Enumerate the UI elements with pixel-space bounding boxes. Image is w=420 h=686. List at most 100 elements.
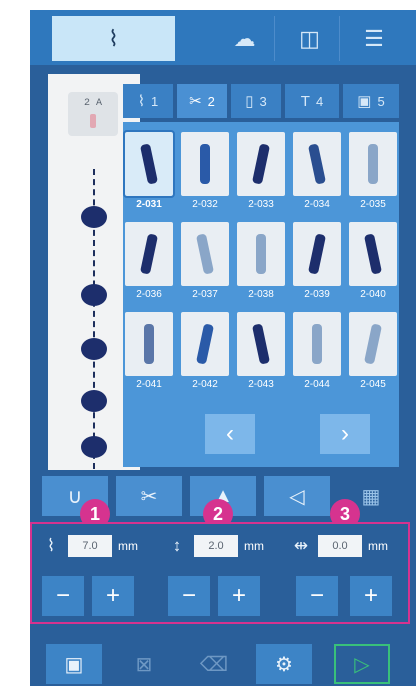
- top-bar: ⌇ ☁ ◫ ☰: [30, 10, 416, 65]
- stitch-pattern-icon: [237, 222, 285, 286]
- menu-button[interactable]: ☰: [344, 16, 404, 61]
- menu-icon: ☰: [364, 25, 384, 51]
- stitch-pattern-glyph: [312, 324, 322, 364]
- thread-cutter-button[interactable]: ✂: [116, 476, 182, 516]
- stitch-cell[interactable]: 2-033: [237, 132, 285, 214]
- stitch-pattern-glyph: [139, 143, 159, 185]
- stitch-code: 2-041: [136, 379, 162, 390]
- stitch-pattern-icon: [293, 222, 341, 286]
- stitch-code: 2-039: [304, 289, 330, 300]
- category-number: 1: [151, 93, 159, 109]
- stitch-pattern-glyph: [256, 234, 266, 274]
- stitch-pattern-icon: [349, 132, 397, 196]
- delete-button[interactable]: ⌫: [186, 644, 242, 684]
- stitch-code: 2-035: [360, 199, 386, 210]
- stitch-length-value: 2.0: [194, 535, 238, 557]
- category-tab-5[interactable]: ▣ 5: [343, 84, 399, 118]
- stitch-pattern-glyph: [200, 144, 210, 184]
- tab-utility-stitches[interactable]: ⌇: [52, 16, 175, 61]
- stitch-cell[interactable]: 2-042: [181, 312, 229, 394]
- stitch-width-value: 7.0: [68, 535, 112, 557]
- stitch-cell[interactable]: 2-040: [349, 222, 397, 304]
- next-page-button[interactable]: ›: [320, 414, 370, 454]
- needle-position-icon: ⇹: [293, 536, 309, 555]
- minus-icon: −: [55, 582, 70, 609]
- stitch-pattern-icon: [293, 312, 341, 376]
- presser-foot-icon: 2 A: [68, 92, 118, 136]
- save-button[interactable]: ▣: [46, 644, 102, 684]
- plus-icon: +: [231, 582, 246, 609]
- category-number: 2: [207, 93, 215, 109]
- category-tab-2[interactable]: ✂ 2: [177, 84, 227, 118]
- minus-icon: −: [181, 582, 196, 609]
- stitch-pattern-icon: [181, 222, 229, 286]
- stitch-length-icon: ↕: [172, 536, 182, 555]
- stitch-width-icon: ⌇: [46, 536, 56, 555]
- image-file-icon: ▣: [357, 93, 372, 110]
- sewing-machine-screen: ⌇ ☁ ◫ ☰ 2 A ⌇ 1 ✂ 2 ▯ 3 T 4 ▣ 5 ‹ › 2-03…: [30, 10, 416, 686]
- unit-label: mm: [118, 539, 138, 553]
- needle-position-decrease-button[interactable]: −: [296, 576, 338, 616]
- stitch-cell[interactable]: 2-045: [349, 312, 397, 394]
- tab-cloud[interactable]: ☁: [215, 16, 275, 61]
- needle-position-value: 0.0: [318, 535, 362, 557]
- tab-layers[interactable]: ◫: [280, 16, 340, 61]
- stitch-pattern-icon: [349, 312, 397, 376]
- stitch-pattern-icon: [123, 130, 175, 198]
- settings-button[interactable]: ⚙: [256, 644, 312, 684]
- stitch-cell[interactable]: 2-036: [125, 222, 173, 304]
- stitch-width-increase-button[interactable]: +: [92, 576, 134, 616]
- stitch-length-setting: ↕ 2.0 mm: [166, 532, 264, 560]
- stitch-cell[interactable]: 2-031: [123, 130, 175, 214]
- category-tab-3[interactable]: ▯ 3: [231, 84, 281, 118]
- stitch-cell[interactable]: 2-037: [181, 222, 229, 304]
- stitch-blob: [81, 284, 107, 306]
- stitch-cell[interactable]: 2-041: [125, 312, 173, 394]
- category-tab-4[interactable]: T 4: [285, 84, 339, 118]
- chevron-right-icon: ›: [341, 420, 349, 447]
- stitch-pattern-glyph: [307, 143, 327, 185]
- stitch-cell[interactable]: 2-035: [349, 132, 397, 214]
- cloud-icon: ☁: [233, 25, 256, 51]
- stitch-pattern-icon: [349, 222, 397, 286]
- stitch-length-increase-button[interactable]: +: [218, 576, 260, 616]
- stitch-length-decrease-button[interactable]: −: [168, 576, 210, 616]
- stitch-pattern-icon: [237, 312, 285, 376]
- stitch-code: 2-042: [192, 379, 218, 390]
- stitch-code: 2-044: [304, 379, 330, 390]
- stitch-blob: [81, 390, 107, 412]
- stitch-code: 2-045: [360, 379, 386, 390]
- stitch-width-decrease-button[interactable]: −: [42, 576, 84, 616]
- stitch-pattern-glyph: [363, 233, 383, 275]
- stitch-cell[interactable]: 2-034: [293, 132, 341, 214]
- needle-position-increase-button[interactable]: +: [350, 576, 392, 616]
- stitch-settings-panel: ⌇ 7.0 mm ↕ 2.0 mm ⇹ 0.0 mm − + − + − +: [30, 522, 410, 624]
- stitch-pattern-icon: [181, 132, 229, 196]
- save-icon: ▣: [64, 653, 84, 676]
- plus-icon: +: [105, 582, 120, 609]
- category-tab-1[interactable]: ⌇ 1: [123, 84, 173, 118]
- presser-foot-button[interactable]: ◁: [264, 476, 330, 516]
- delete-file-button[interactable]: ⊠: [116, 644, 172, 684]
- stitch-cell[interactable]: 2-032: [181, 132, 229, 214]
- stitch-pattern-glyph: [363, 323, 383, 365]
- needle-position-setting: ⇹ 0.0 mm: [290, 532, 388, 560]
- stitch-blob: [81, 206, 107, 228]
- unit-label: mm: [244, 539, 264, 553]
- start-button[interactable]: ▷: [334, 644, 390, 684]
- stitch-cell[interactable]: 2-044: [293, 312, 341, 394]
- stitch-code: 2-032: [192, 199, 218, 210]
- stitch-cell[interactable]: 2-038: [237, 222, 285, 304]
- stitch-cell[interactable]: 2-043: [237, 312, 285, 394]
- previous-page-button[interactable]: ‹: [205, 414, 255, 454]
- stitch-code: 2-033: [248, 199, 274, 210]
- stitch-pattern-glyph: [251, 143, 271, 185]
- stitch-code: 2-038: [248, 289, 274, 300]
- stitch-pattern-icon: [125, 222, 173, 286]
- stitch-width-setting: ⌇ 7.0 mm: [40, 532, 138, 560]
- settings-gear-icon: ⚙: [275, 653, 293, 676]
- stitch-pattern-glyph: [144, 324, 154, 364]
- stitch-cell[interactable]: 2-039: [293, 222, 341, 304]
- stitch-grid: ‹ › 2-031 2-032 2-033 2-034 2-035 2-036 2-037 2…: [123, 122, 399, 467]
- buttonhole-icon: ▯: [245, 93, 254, 110]
